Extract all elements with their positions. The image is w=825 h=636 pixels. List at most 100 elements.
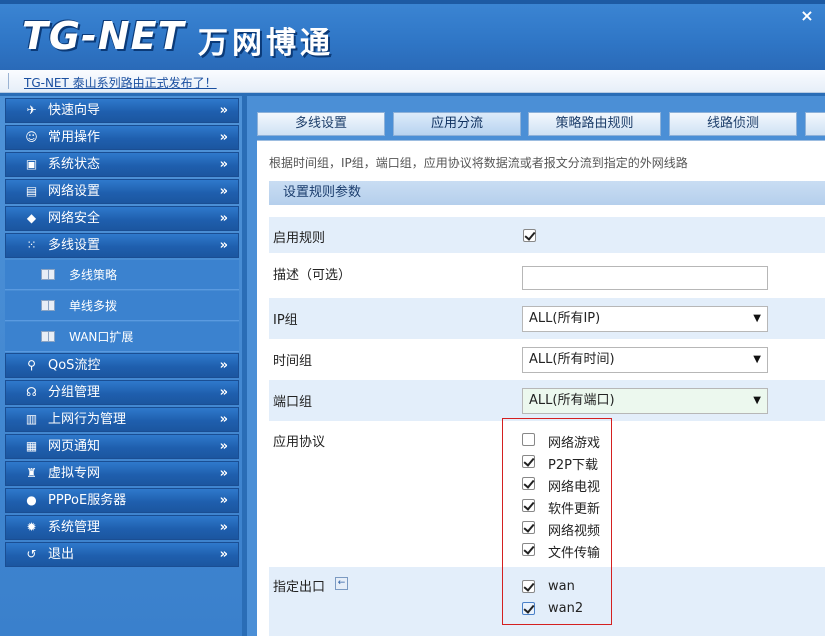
row-ip-group: IP组 ALL(所有IP) ▼ [269, 298, 825, 339]
sidebar-item-label: 快速向导 [48, 103, 101, 118]
sidebar-subitem-wan-expansion[interactable]: WAN口扩展 [5, 322, 239, 352]
description-input[interactable] [522, 266, 768, 290]
row-time-group: 时间组 ALL(所有时间) ▼ [269, 339, 825, 380]
gear-icon: ✹ [26, 520, 37, 534]
tab-policy-routing[interactable]: 策略路由规则 [528, 112, 661, 136]
sidebar-subitem-label: 多线策略 [69, 268, 118, 282]
tab-multi-line-settings[interactable]: 多线设置 [257, 112, 385, 136]
time-group-select[interactable]: ALL(所有时间) ▼ [522, 347, 768, 373]
double-chevron-icon: » [219, 493, 228, 508]
tab-line-detect[interactable]: 线路侦测 [669, 112, 797, 136]
sidebar-item-wizard[interactable]: ✈ 快速向导 » [5, 98, 239, 123]
brand-logo: TG-NET [22, 14, 185, 58]
web-notify-icon: ▦ [25, 439, 38, 453]
sidebar-item-group-mgmt[interactable]: ☊ 分组管理 » [5, 380, 239, 405]
sidebar-item-label: 常用操作 [48, 130, 101, 145]
sidebar-item-behavior-mgmt[interactable]: ▥ 上网行为管理 » [5, 407, 239, 432]
group-icon: ☊ [26, 385, 37, 399]
notice-link[interactable]: TG-NET 泰山系列路由正式发布了！ [24, 74, 217, 91]
double-chevron-icon: » [219, 157, 228, 172]
double-chevron-icon: » [219, 547, 228, 562]
row-description: 描述（可选） [269, 253, 825, 298]
double-chevron-icon: » [219, 520, 228, 535]
sidebar-item-network-settings[interactable]: ▤ 网络设置 » [5, 179, 239, 204]
vpn-icon: ♜ [26, 466, 37, 480]
sidebar-item-pppoe-server[interactable]: ● PPPoE服务器 » [5, 488, 239, 513]
sidebar-item-label: 网络设置 [48, 184, 101, 199]
app-protocol-label: 应用协议 [273, 435, 326, 450]
back-arrow-icon[interactable]: ← [335, 577, 348, 590]
description-label: 描述（可选） [273, 268, 352, 283]
sidebar-item-label: QoS流控 [48, 358, 101, 373]
sidebar-item-system-mgmt[interactable]: ✹ 系统管理 » [5, 515, 239, 540]
dropdown-arrow-icon: ▼ [753, 354, 761, 365]
sidebar-item-network-security[interactable]: ◆ 网络安全 » [5, 206, 239, 231]
sidebar-item-multi-line[interactable]: ⁙ 多线设置 » [5, 233, 239, 258]
sidebar-item-qos[interactable]: ⚲ QoS流控 » [5, 353, 239, 378]
sidebar-item-label: 多线设置 [48, 238, 101, 253]
section-title: 设置规则参数 [269, 181, 825, 205]
double-chevron-icon: » [219, 385, 228, 400]
sidebar-item-system-status[interactable]: ▣ 系统状态 » [5, 152, 239, 177]
close-icon[interactable]: × [799, 8, 815, 24]
sidebar-item-label: 系统管理 [48, 520, 101, 535]
double-chevron-icon: » [219, 130, 228, 145]
sidebar-item-web-notify[interactable]: ▦ 网页通知 » [5, 434, 239, 459]
tab-app-split[interactable]: 应用分流 [393, 112, 521, 136]
brand-logo-chinese: 万网博通 [198, 26, 334, 61]
sidebar-item-label: 虚拟专网 [48, 466, 101, 481]
sidebar-subitem-label: 单线多拨 [69, 299, 118, 313]
app-header: TG-NET 万网博通 × [0, 0, 825, 70]
double-chevron-icon: » [219, 439, 228, 454]
double-chevron-icon: » [219, 358, 228, 373]
dropdown-arrow-icon: ▼ [753, 313, 761, 324]
sidebar-item-label: 退出 [48, 547, 75, 562]
enable-rule-label: 启用规则 [273, 231, 326, 246]
sidebar-item-label: 上网行为管理 [48, 412, 127, 427]
port-group-label: 端口组 [273, 395, 313, 410]
common-ops-icon: ☺ [25, 130, 38, 144]
sidebar-item-label: 网络安全 [48, 211, 101, 226]
notice-divider [8, 73, 12, 89]
notice-bar: TG-NET 泰山系列路由正式发布了！ [0, 70, 825, 93]
time-group-value: ALL(所有时间) [529, 352, 615, 367]
network-settings-icon: ▤ [25, 184, 38, 198]
sidebar-item-logout[interactable]: ↺ 退出 » [5, 542, 239, 567]
wizard-icon: ✈ [26, 103, 37, 117]
sidebar-item-vpn[interactable]: ♜ 虚拟专网 » [5, 461, 239, 486]
sidebar-item-common-ops[interactable]: ☺ 常用操作 » [5, 125, 239, 150]
sidebar-item-label: 分组管理 [48, 385, 101, 400]
sidebar-menu: ✈ 快速向导 » ☺ 常用操作 » ▣ 系统状态 » ▤ 网络设置 » ◆ 网络… [5, 98, 239, 569]
behavior-icon: ▥ [25, 412, 38, 426]
book-icon [41, 300, 55, 311]
dropdown-arrow-icon: ▼ [753, 395, 761, 406]
sidebar-subitem-multi-line-policy[interactable]: 多线策略 [5, 260, 239, 290]
qos-icon: ⚲ [27, 358, 36, 372]
port-group-value: ALL(所有端口) [529, 393, 615, 408]
sidebar-item-label: 系统状态 [48, 157, 101, 172]
system-status-icon: ▣ [25, 157, 38, 171]
sidebar-subitem-single-line-multi-dial[interactable]: 单线多拨 [5, 291, 239, 321]
double-chevron-icon: » [219, 184, 228, 199]
port-group-select[interactable]: ALL(所有端口) ▼ [522, 388, 768, 414]
double-chevron-down-icon: » [219, 238, 228, 253]
double-chevron-icon: » [219, 412, 228, 427]
double-chevron-icon: » [219, 211, 228, 226]
book-icon [41, 269, 55, 280]
main-panel: 多线设置 应用分流 策略路由规则 线路侦测 根据时间组，IP组，端口组，应用协议… [247, 96, 825, 636]
row-enable-rule: 启用规则 [269, 217, 825, 253]
sidebar-item-label: PPPoE服务器 [48, 493, 127, 508]
time-group-label: 时间组 [273, 354, 313, 369]
tab-overflow[interactable] [805, 112, 825, 136]
ip-group-value: ALL(所有IP) [529, 311, 601, 326]
book-icon [41, 331, 55, 342]
enable-rule-checkbox[interactable] [523, 229, 536, 242]
shield-icon: ◆ [26, 211, 37, 225]
pppoe-icon: ● [26, 493, 37, 507]
header-top-strip [0, 0, 825, 4]
exit-icon: ↺ [26, 547, 37, 561]
ip-group-select[interactable]: ALL(所有IP) ▼ [522, 306, 768, 332]
page-description: 根据时间组，IP组，端口组，应用协议将数据流或者报文分流到指定的外网线路 [269, 156, 688, 170]
double-chevron-icon: » [219, 103, 228, 118]
ip-group-label: IP组 [273, 313, 298, 328]
